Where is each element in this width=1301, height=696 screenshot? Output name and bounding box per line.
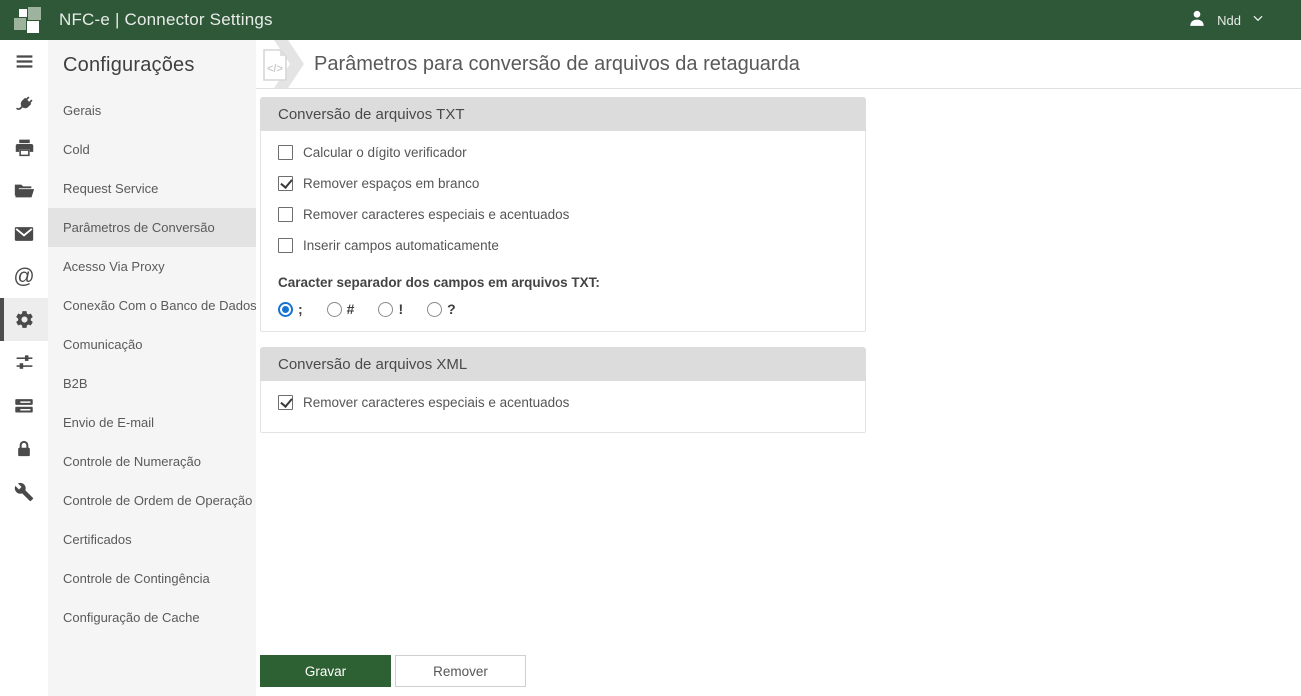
checkbox-inserir-campos[interactable]: Inserir campos automaticamente xyxy=(278,230,847,261)
page-title: Parâmetros para conversão de arquivos da… xyxy=(314,52,800,75)
printer-icon[interactable] xyxy=(0,126,48,169)
gear-icon[interactable] xyxy=(0,298,48,341)
sidebar-item-comunicacao[interactable]: Comunicação xyxy=(48,325,256,364)
svg-text:</>: </> xyxy=(267,63,283,75)
page-header: </> Parâmetros para conversão de arquivo… xyxy=(256,40,1301,89)
checkbox-remover-caracteres-txt[interactable]: Remover caracteres especiais e acentuado… xyxy=(278,199,847,230)
radio-icon xyxy=(378,301,394,317)
sidebar-item-controle-ordem-operacao[interactable]: Controle de Ordem de Operação xyxy=(48,481,256,520)
app-title: NFC-e | Connector Settings xyxy=(59,10,273,29)
action-buttons: Gravar Remover xyxy=(260,655,526,687)
main-content: </> Parâmetros para conversão de arquivo… xyxy=(256,40,1301,696)
sidebar-item-acesso-via-proxy[interactable]: Acesso Via Proxy xyxy=(48,247,256,286)
topbar: NFC-e | Connector Settings Ndd xyxy=(0,0,1301,40)
radio-icon xyxy=(427,301,443,317)
chevron-down-icon xyxy=(1251,11,1265,30)
checkbox-remover-caracteres-xml[interactable]: Remover caracteres especiais e acentuado… xyxy=(278,387,847,418)
sliders-icon[interactable] xyxy=(0,341,48,384)
sidebar-item-cold[interactable]: Cold xyxy=(48,130,256,169)
mail-icon[interactable] xyxy=(0,212,48,255)
user-menu[interactable]: Ndd xyxy=(1187,0,1265,40)
code-file-icon: </> xyxy=(258,40,304,88)
panel-xml-header: Conversão de arquivos XML xyxy=(260,347,866,381)
sidebar-item-parametros-de-conversao[interactable]: Parâmetros de Conversão xyxy=(48,208,256,247)
checkbox-icon xyxy=(278,176,293,191)
radio-icon xyxy=(278,301,293,317)
checkbox-icon xyxy=(278,207,293,222)
wrench-icon[interactable] xyxy=(0,470,48,513)
sidebar-item-gerais[interactable]: Gerais xyxy=(48,91,256,130)
menu-icon[interactable] xyxy=(0,40,48,83)
panel-conversao-txt: Conversão de arquivos TXT Calcular o díg… xyxy=(260,97,866,332)
checkbox-icon xyxy=(278,395,293,410)
settings-sidebar: Configurações Gerais Cold Request Servic… xyxy=(48,40,257,696)
app-logo-icon xyxy=(14,6,41,34)
lock-icon[interactable] xyxy=(0,427,48,470)
sidebar-title: Configurações xyxy=(63,54,195,76)
plug-icon[interactable] xyxy=(0,83,48,126)
at-icon[interactable]: @ xyxy=(0,255,48,298)
sidebar-item-b2b[interactable]: B2B xyxy=(48,364,256,403)
sidebar-item-controle-contingencia[interactable]: Controle de Contingência xyxy=(48,559,256,598)
user-name: Ndd xyxy=(1217,12,1241,28)
radio-icon xyxy=(326,301,342,317)
radio-hash[interactable]: # xyxy=(326,301,354,317)
sidebar-item-configuracao-cache[interactable]: Configuração de Cache xyxy=(48,598,256,637)
save-button[interactable]: Gravar xyxy=(260,655,391,687)
sidebar-item-certificados[interactable]: Certificados xyxy=(48,520,256,559)
sidebar-item-request-service[interactable]: Request Service xyxy=(48,169,256,208)
person-icon xyxy=(1187,8,1207,33)
remove-button[interactable]: Remover xyxy=(395,655,526,687)
checkbox-icon xyxy=(278,145,293,160)
sidebar-item-controle-numeracao[interactable]: Controle de Numeração xyxy=(48,442,256,481)
checkbox-remover-espacos[interactable]: Remover espaços em branco xyxy=(278,168,847,199)
sidebar-item-envio-email[interactable]: Envio de E-mail xyxy=(48,403,256,442)
icon-rail: @ xyxy=(0,40,48,696)
folder-open-icon[interactable] xyxy=(0,169,48,212)
radio-question[interactable]: ? xyxy=(427,301,456,317)
sidebar-item-conexao-banco-dados[interactable]: Conexão Com o Banco de Dados xyxy=(48,286,257,325)
checkbox-icon xyxy=(278,238,293,253)
separator-label: Caracter separador dos campos em arquivo… xyxy=(278,275,600,290)
radio-exclamation[interactable]: ! xyxy=(378,301,403,317)
panel-conversao-xml: Conversão de arquivos XML Remover caract… xyxy=(260,347,866,433)
separator-radio-group: ; # ! ? xyxy=(278,301,847,317)
server-icon[interactable] xyxy=(0,384,48,427)
panel-txt-header: Conversão de arquivos TXT xyxy=(260,97,866,131)
radio-semicolon[interactable]: ; xyxy=(278,301,303,317)
checkbox-calcular-digito[interactable]: Calcular o dígito verificador xyxy=(278,137,847,168)
